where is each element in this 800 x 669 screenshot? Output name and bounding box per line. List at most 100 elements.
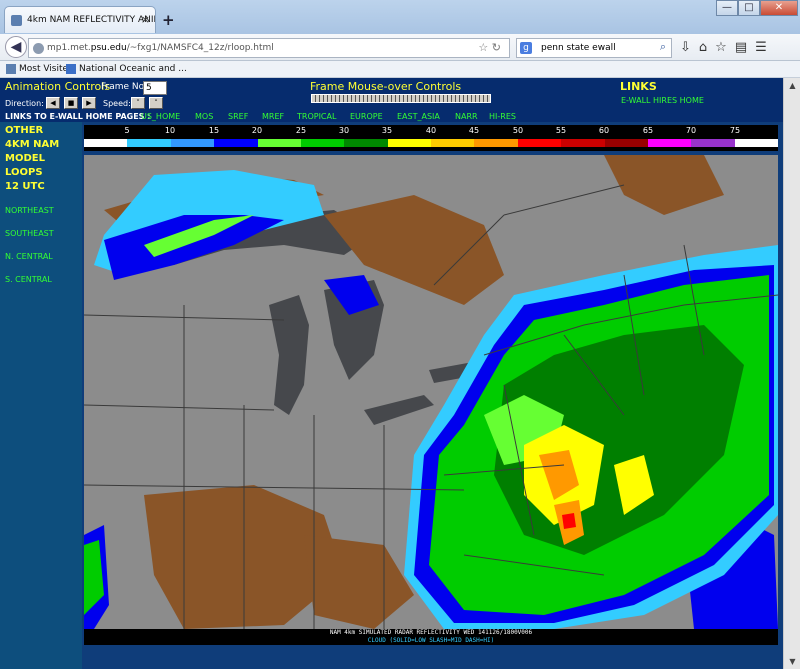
- sidebar-heading-line: 4KM NAM: [5, 139, 60, 150]
- legend-tick-label: 15: [208, 126, 220, 135]
- frame-number-label: Frame No:: [101, 82, 148, 92]
- links-lead-label: LINKS TO E-WALL HOME PAGES :: [5, 112, 151, 121]
- scroll-down-icon[interactable]: ▼: [785, 654, 800, 669]
- back-icon[interactable]: ◀: [5, 36, 27, 58]
- step-forward-button[interactable]: ▶: [82, 97, 96, 109]
- map-caption: NAM 4km SIMULATED RADAR REFLECTIVITY WED…: [84, 629, 778, 645]
- frame-mouseover-strip[interactable]: [311, 94, 491, 103]
- link-sref[interactable]: SREF: [228, 112, 248, 121]
- maximize-icon[interactable]: □: [738, 0, 760, 16]
- direction-label: Direction:: [5, 99, 44, 108]
- stop-button[interactable]: ■: [64, 97, 78, 109]
- radar-reflectivity-map: [84, 155, 778, 629]
- legend-tick-label: 30: [338, 126, 350, 135]
- loops-sidebar: OTHER 4KM NAM MODEL LOOPS 12 UTC NORTHEA…: [0, 122, 82, 669]
- legend-tick-label: 50: [512, 126, 524, 135]
- link-mref[interactable]: MREF: [262, 112, 284, 121]
- legend-color-swatch: [691, 139, 735, 147]
- globe-icon: [33, 43, 44, 54]
- animation-controls-title: Animation Controls: [5, 80, 111, 93]
- speed-down-button[interactable]: ˅: [131, 97, 145, 109]
- new-tab-button[interactable]: +: [162, 11, 175, 29]
- legend-tick-label: 40: [425, 126, 437, 135]
- link-narr[interactable]: NARR: [455, 112, 478, 121]
- title-bar: 4km NAM REFLECTIVITY ANIMATI... × + — □ …: [0, 0, 800, 34]
- minimize-icon[interactable]: —: [716, 0, 738, 16]
- link-east-asia[interactable]: EAST_ASIA: [397, 112, 440, 121]
- window-controls: — □ ✕: [716, 0, 798, 16]
- legend-color-swatch: [734, 139, 778, 147]
- url-path: /~fxg1/NAMSFC4_12z/rloop.html: [126, 43, 274, 53]
- link-europe[interactable]: EUROPE: [350, 112, 383, 121]
- sidebar-heading-line: OTHER: [5, 125, 44, 136]
- search-box[interactable]: g penn state ewall ⌕: [516, 38, 672, 58]
- link-tropical[interactable]: TROPICAL: [297, 112, 336, 121]
- link-mos[interactable]: MOS: [195, 112, 213, 121]
- ewall-links-row: LINKS TO E-WALL HOME PAGES : US_HOME MOS…: [0, 111, 800, 122]
- legend-color-swatch: [387, 139, 431, 147]
- search-engine-icon[interactable]: g: [520, 42, 532, 54]
- legend-tick-label: 70: [685, 126, 697, 135]
- legend-color-swatch: [647, 139, 692, 147]
- reload-icon[interactable]: ☆ ↻: [478, 41, 501, 54]
- sidebar-link-n-central[interactable]: N. CENTRAL: [5, 252, 53, 261]
- legend-tick-label: 65: [642, 126, 654, 135]
- page-content: Animation Controls Frame No: 5 Direction…: [0, 78, 800, 669]
- sidebar-heading-line: 12 UTC: [5, 181, 45, 192]
- bookmark-noaa[interactable]: National Oceanic and ...: [66, 64, 187, 74]
- download-icon[interactable]: ⇩: [680, 40, 691, 55]
- frame-number-input[interactable]: 5: [143, 81, 167, 95]
- bookmark-most-visited[interactable]: Most Visited: [6, 64, 74, 74]
- legend-tick-label: 20: [251, 126, 263, 135]
- legend-color-swatch: [300, 139, 345, 147]
- legend-tick-label: 45: [468, 126, 480, 135]
- search-icon[interactable]: ⌕: [660, 40, 666, 54]
- legend-color-swatch: [474, 139, 518, 147]
- reflectivity-color-legend: 5 10 15 20 25 30 35 40 45 50 55 60 65 70…: [84, 125, 778, 151]
- legend-color-swatch: [344, 139, 388, 147]
- toolbar-icons: ⇩ ⌂ ☆ ▤ ☰: [680, 40, 767, 55]
- link-us-home[interactable]: US_HOME: [141, 112, 180, 121]
- animation-controls-panel: Animation Controls Frame No: 5 Direction…: [0, 78, 800, 111]
- legend-color-swatch: [517, 139, 562, 147]
- speed-label: Speed:: [103, 99, 131, 108]
- sidebar-heading-line: MODEL: [5, 153, 45, 164]
- tab-title: 4km NAM REFLECTIVITY ANIMATI...: [27, 15, 155, 25]
- mouseover-controls-title: Frame Mouse-over Controls: [310, 80, 462, 93]
- sidebar-link-southeast[interactable]: SOUTHEAST: [5, 229, 54, 238]
- browser-tab[interactable]: 4km NAM REFLECTIVITY ANIMATI... ×: [4, 6, 156, 33]
- sidebar-link-s-central[interactable]: S. CENTRAL: [5, 275, 52, 284]
- map-caption-title: NAM 4km SIMULATED RADAR REFLECTIVITY WED…: [329, 629, 533, 636]
- map-caption-subtitle: CLOUD (SOLID=LOW SLASH=MID DASH=HI): [367, 637, 495, 644]
- search-input[interactable]: penn state ewall: [541, 43, 616, 53]
- tab-close-icon[interactable]: ×: [141, 13, 150, 26]
- home-icon[interactable]: ⌂: [699, 40, 707, 55]
- vertical-scrollbar[interactable]: ▲ ▼: [783, 78, 800, 669]
- sidebar-link-northeast[interactable]: NORTHEAST: [5, 206, 54, 215]
- bookmark-page-icon: [66, 64, 76, 74]
- bookmark-folder-icon: [6, 64, 16, 74]
- close-window-icon[interactable]: ✕: [760, 0, 798, 16]
- url-prefix: mp1.met.: [47, 43, 91, 53]
- step-back-button[interactable]: ◀: [46, 97, 60, 109]
- legend-color-bar: [84, 139, 778, 147]
- link-hi-res[interactable]: HI-RES: [489, 112, 516, 121]
- speed-up-button[interactable]: ˄: [149, 97, 163, 109]
- legend-tick-label: 25: [295, 126, 307, 135]
- legend-tick-label: 10: [164, 126, 176, 135]
- ewall-hires-home-link[interactable]: E-WALL HIRES HOME: [621, 96, 704, 105]
- legend-color-swatch: [214, 139, 258, 147]
- navigation-toolbar: ◀ mp1.met.psu.edu/~fxg1/NAMSFC4_12z/rloo…: [0, 34, 800, 61]
- legend-tick-label: 35: [381, 126, 393, 135]
- legend-tick-label: 55: [555, 126, 567, 135]
- address-bar[interactable]: mp1.met.psu.edu/~fxg1/NAMSFC4_12z/rloop.…: [28, 38, 510, 58]
- sidebar-heading-line: LOOPS: [5, 167, 43, 178]
- reader-icon[interactable]: ▤: [735, 40, 747, 55]
- star-icon[interactable]: ☆: [715, 40, 727, 55]
- legend-tick-label: 60: [598, 126, 610, 135]
- legend-tick-label: 75: [729, 126, 741, 135]
- links-title: LINKS: [620, 80, 657, 93]
- menu-icon[interactable]: ☰: [755, 40, 767, 55]
- scroll-up-icon[interactable]: ▲: [785, 78, 800, 93]
- page-favicon-icon: [11, 15, 22, 26]
